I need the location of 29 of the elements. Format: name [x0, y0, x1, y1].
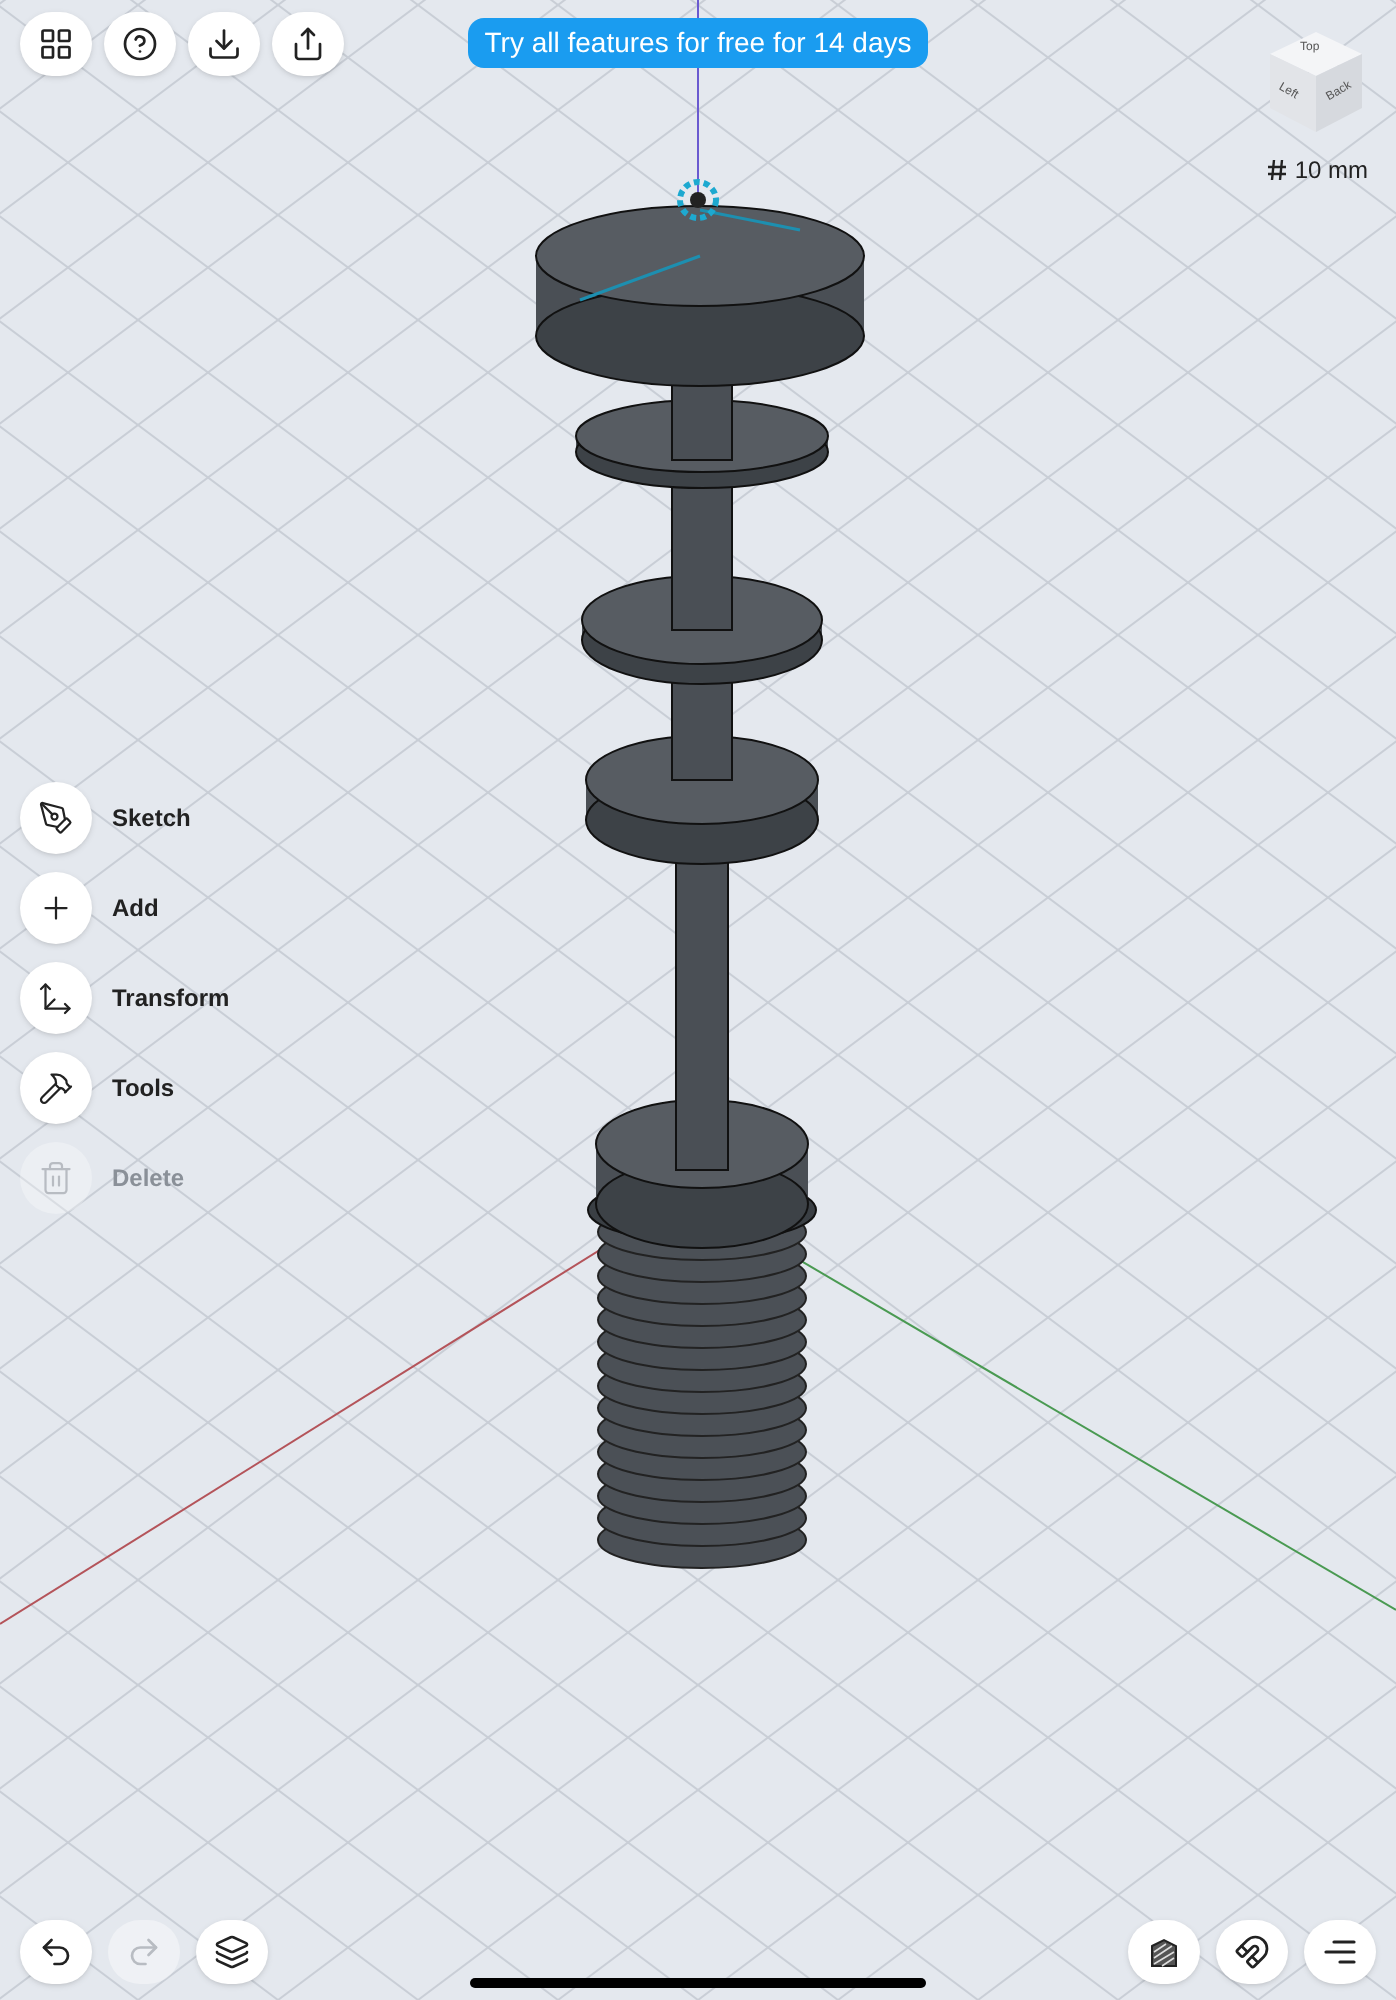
- grid-scale-icon: [1268, 160, 1287, 180]
- import-button[interactable]: [188, 12, 260, 76]
- help-icon: [122, 26, 158, 62]
- lines-icon: [1324, 1940, 1356, 1964]
- menu-item[interactable]: Add: [20, 872, 230, 944]
- grid-view-button[interactable]: [20, 12, 92, 76]
- undo-icon: [38, 1934, 74, 1970]
- pen-icon: [38, 800, 74, 836]
- help-button[interactable]: [104, 12, 176, 76]
- move-arrows-icon: [38, 980, 74, 1016]
- menu-item[interactable]: Sketch: [20, 782, 230, 854]
- grid-icon: [38, 26, 74, 62]
- hammer-icon: [38, 1070, 74, 1106]
- layers-icon: [214, 1934, 250, 1970]
- hatched-house-icon: [1148, 1936, 1180, 1968]
- share-icon: [290, 26, 326, 62]
- menu-item[interactable]: Tools: [20, 1052, 230, 1124]
- redo-icon: [126, 1934, 162, 1970]
- layers-button[interactable]: [196, 1920, 268, 1984]
- trash-icon: [38, 1160, 74, 1196]
- magnet-icon: [1234, 1934, 1270, 1970]
- export-button[interactable]: [272, 12, 344, 76]
- undo-button[interactable]: [20, 1920, 92, 1984]
- download-icon: [206, 26, 242, 62]
- grid-scale-label: 10 mm: [1294, 154, 1368, 188]
- snap-button[interactable]: [1216, 1920, 1288, 1984]
- menu-item[interactable]: Transform: [20, 962, 230, 1034]
- render-mode-button[interactable]: [1128, 1920, 1200, 1984]
- settings-list-button[interactable]: [1304, 1920, 1376, 1984]
